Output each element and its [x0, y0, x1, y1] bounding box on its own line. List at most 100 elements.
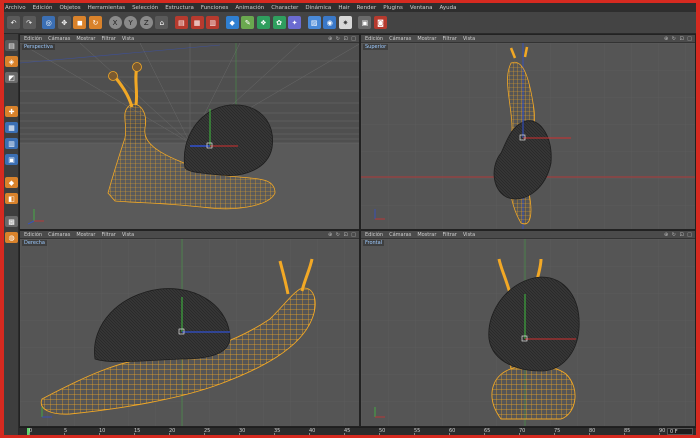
- viewport-nav-controls[interactable]: ⊕ ↻ ⊡ □: [328, 36, 357, 42]
- scale-icon[interactable]: ◼: [73, 16, 87, 29]
- menu-funciones[interactable]: Funciones: [201, 5, 229, 11]
- viewport-nav-controls[interactable]: ⊕ ↻ ⊡ □: [328, 232, 357, 238]
- timeline-tick-mark: [64, 433, 65, 435]
- uv-mode-icon[interactable]: ◆: [5, 177, 18, 188]
- vp-menu-mostrar[interactable]: Mostrar: [417, 36, 436, 42]
- render-settings-icon[interactable]: ▥: [206, 16, 220, 29]
- timeline-tick-mark: [484, 433, 485, 435]
- y-axis-icon[interactable]: Y: [124, 16, 138, 29]
- pen-icon[interactable]: ✎: [241, 16, 255, 29]
- menu-render[interactable]: Render: [357, 5, 377, 11]
- timeline-tick-mark: [99, 433, 100, 435]
- live-select-icon[interactable]: ◎: [42, 16, 56, 29]
- timeline-tick-mark: [519, 433, 520, 435]
- vp-menu-camaras[interactable]: Cámaras: [389, 232, 411, 238]
- current-frame-field[interactable]: 0 F: [667, 428, 693, 435]
- array-icon[interactable]: ✿: [272, 16, 286, 29]
- vp-menu-vista[interactable]: Vista: [122, 232, 134, 238]
- mode-palette: ▤ ◈ ◩ ✚ ▦ ▥ ▣ ◆ ◧ ▩ ◍: [4, 34, 19, 435]
- redo-icon[interactable]: ↷: [22, 16, 36, 29]
- front-scene: [361, 239, 695, 426]
- timeline-tick-mark: [624, 433, 625, 435]
- layout-icon[interactable]: ▣: [358, 16, 372, 29]
- command-toolbar: ↶ ↷ ◎ ✥ ◼ ↻ X Y Z ⌂ ▤ ▦ ▥ ◆ ✎ ❖ ✿ ✦ ▨ ◉ …: [4, 12, 696, 34]
- make-editable-icon[interactable]: ▤: [5, 40, 18, 51]
- timeline-tick-mark: [204, 433, 205, 435]
- vp-menu-filtrar[interactable]: Filtrar: [442, 36, 456, 42]
- workplane-icon[interactable]: ▩: [5, 216, 18, 227]
- render-picture-queue-icon[interactable]: ▦: [190, 16, 204, 29]
- viewport-menu: Edición Cámaras Mostrar Filtrar Vista: [361, 231, 695, 239]
- render-view-icon[interactable]: ▤: [174, 16, 188, 29]
- move-icon[interactable]: ✥: [57, 16, 71, 29]
- timeline-tick-mark: [659, 433, 660, 435]
- light-icon[interactable]: ✷: [338, 16, 352, 29]
- vp-menu-vista[interactable]: Vista: [463, 36, 475, 42]
- vp-menu-vista[interactable]: Vista: [122, 36, 134, 42]
- deformer-icon[interactable]: ✦: [288, 16, 302, 29]
- coordinate-icon[interactable]: ⌂: [155, 16, 169, 29]
- undo-icon[interactable]: ↶: [7, 16, 20, 29]
- animation-timeline[interactable]: 0 5 10 15 20 25 30 35 40 45 50 55 60 65 70 75 80 85 90 0 F: [19, 427, 696, 435]
- menu-herramientas[interactable]: Herramientas: [88, 5, 125, 11]
- perspective-scene: [20, 43, 359, 229]
- script-icon[interactable]: ◙: [374, 16, 388, 29]
- vp-menu-edicion[interactable]: Edición: [365, 232, 383, 238]
- cube-icon[interactable]: ◆: [225, 16, 239, 29]
- vp-menu-mostrar[interactable]: Mostrar: [417, 232, 436, 238]
- snap-icon[interactable]: ◧: [5, 193, 18, 204]
- vp-menu-camaras[interactable]: Cámaras: [48, 232, 70, 238]
- vp-menu-mostrar[interactable]: Mostrar: [76, 36, 95, 42]
- menu-edicion[interactable]: Edición: [33, 5, 53, 11]
- x-axis-icon[interactable]: X: [108, 16, 122, 29]
- menu-estructura[interactable]: Estructura: [165, 5, 194, 11]
- menu-ventana[interactable]: Ventana: [410, 5, 433, 11]
- vp-menu-edicion[interactable]: Edición: [24, 36, 42, 42]
- viewport-label: Perspectiva: [22, 44, 55, 50]
- timeline-tick-mark: [169, 433, 170, 435]
- vp-menu-filtrar[interactable]: Filtrar: [101, 232, 115, 238]
- viewport-label: Superior: [363, 44, 389, 50]
- viewport-menu: Edición Cámaras Mostrar Filtrar Vista: [20, 231, 359, 239]
- vp-menu-mostrar[interactable]: Mostrar: [76, 232, 95, 238]
- sculpt-icon[interactable]: ◍: [5, 232, 18, 243]
- viewport-nav-controls[interactable]: ⊕ ↻ ⊡ □: [664, 36, 693, 42]
- vp-menu-filtrar[interactable]: Filtrar: [442, 232, 456, 238]
- viewport-superior[interactable]: Edición Cámaras Mostrar Filtrar Vista ⊕ …: [360, 34, 696, 230]
- viewport-derecha[interactable]: Edición Cámaras Mostrar Filtrar Vista ⊕ …: [19, 230, 360, 427]
- model-mode-icon[interactable]: ◈: [5, 56, 18, 67]
- timeline-tick-mark: [134, 433, 135, 435]
- rotate-icon[interactable]: ↻: [88, 16, 102, 29]
- menu-objetos[interactable]: Objetos: [59, 5, 80, 11]
- camera-icon[interactable]: ◉: [323, 16, 337, 29]
- viewport-frontal[interactable]: Edición Cámaras Mostrar Filtrar Vista ⊕ …: [360, 230, 696, 427]
- z-axis-icon[interactable]: Z: [139, 16, 153, 29]
- viewport-perspectiva[interactable]: Edición Cámaras Mostrar Filtrar Vista ⊕ …: [19, 34, 360, 230]
- points-mode-icon[interactable]: ▦: [5, 122, 18, 133]
- timeline-tick-mark: [589, 433, 590, 435]
- menu-character[interactable]: Character: [271, 5, 298, 11]
- menu-seleccion[interactable]: Selección: [132, 5, 158, 11]
- viewport-menu: Edición Cámaras Mostrar Filtrar Vista: [20, 35, 359, 43]
- subdivision-icon[interactable]: ❖: [256, 16, 270, 29]
- menu-archivo[interactable]: Archivo: [5, 5, 26, 11]
- vp-menu-edicion[interactable]: Edición: [365, 36, 383, 42]
- viewport-nav-controls[interactable]: ⊕ ↻ ⊡ □: [664, 232, 693, 238]
- timeline-tick-mark: [344, 433, 345, 435]
- menu-hair[interactable]: Hair: [338, 5, 349, 11]
- right-scene: [20, 239, 359, 426]
- menu-plugins[interactable]: Plugins: [383, 5, 403, 11]
- polygons-mode-icon[interactable]: ▣: [5, 154, 18, 165]
- texture-mode-icon[interactable]: ◩: [5, 72, 18, 83]
- vp-menu-vista[interactable]: Vista: [463, 232, 475, 238]
- vp-menu-camaras[interactable]: Cámaras: [389, 36, 411, 42]
- edges-mode-icon[interactable]: ▥: [5, 138, 18, 149]
- vp-menu-camaras[interactable]: Cámaras: [48, 36, 70, 42]
- menu-dinamica[interactable]: Dinámica: [305, 5, 331, 11]
- menu-ayuda[interactable]: Ayuda: [440, 5, 457, 11]
- vp-menu-filtrar[interactable]: Filtrar: [101, 36, 115, 42]
- axis-mode-icon[interactable]: ✚: [5, 106, 18, 117]
- menu-animacion[interactable]: Animación: [235, 5, 264, 11]
- scene-icon[interactable]: ▨: [307, 16, 321, 29]
- vp-menu-edicion[interactable]: Edición: [24, 232, 42, 238]
